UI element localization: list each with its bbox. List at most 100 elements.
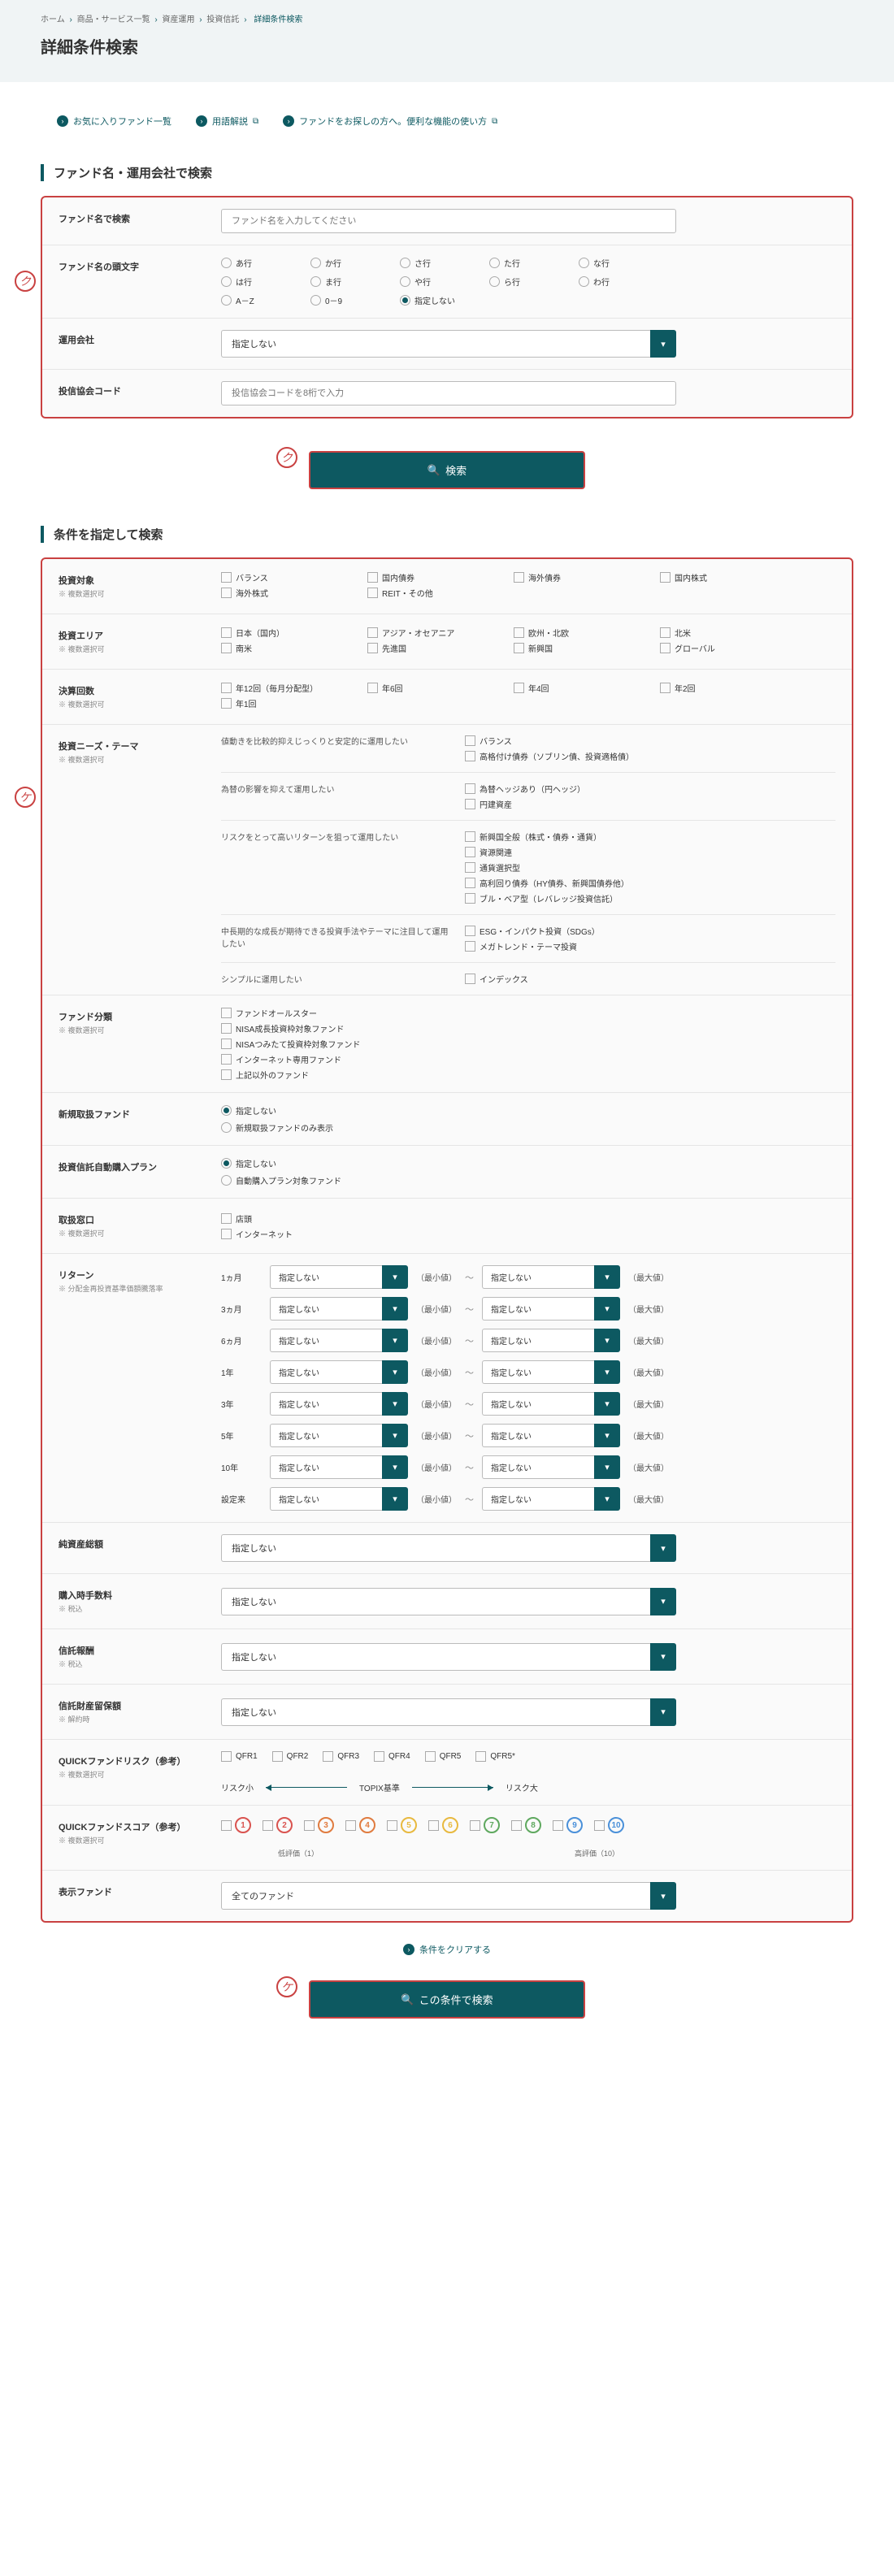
radio-item[interactable]: 指定しない (221, 1104, 333, 1117)
chevron-down-icon[interactable]: ▾ (382, 1487, 408, 1511)
check-item[interactable]: 年2回 (660, 682, 794, 694)
chevron-down-icon[interactable]: ▾ (594, 1297, 620, 1321)
check-item[interactable]: 南米 (221, 642, 355, 654)
return-min-select[interactable]: 指定しない▾ (270, 1329, 408, 1352)
chevron-down-icon[interactable]: ▾ (650, 1882, 676, 1910)
score-item[interactable]: 10 (594, 1817, 624, 1833)
guide-link[interactable]: ›ファンドをお探しの方へ。便利な機能の使い方⧉ (283, 115, 497, 128)
chevron-down-icon[interactable]: ▾ (382, 1265, 408, 1289)
initial-radio[interactable]: か行 (310, 257, 400, 269)
return-max-select[interactable]: 指定しない▾ (482, 1424, 620, 1447)
chevron-down-icon[interactable]: ▾ (650, 1534, 676, 1562)
chevron-down-icon[interactable]: ▾ (594, 1360, 620, 1384)
glossary-link[interactable]: ›用語解説⧉ (196, 115, 258, 128)
check-item[interactable]: 新興国 (514, 642, 648, 654)
check-item[interactable]: グローバル (660, 642, 794, 654)
purchasefee-select[interactable]: 指定しない▾ (221, 1588, 676, 1615)
check-item[interactable]: 年1回 (221, 697, 355, 709)
search-button[interactable]: 🔍検索 (309, 451, 585, 489)
chevron-down-icon[interactable]: ▾ (650, 330, 676, 358)
check-item[interactable]: ブル・ベア型（レバレッジ投資信託） (465, 892, 835, 904)
check-item[interactable]: NISAつみたて投資枠対象ファンド (221, 1038, 372, 1050)
check-item[interactable]: 新興国全般（株式・債券・通貨） (465, 830, 835, 843)
initial-radio[interactable]: 指定しない (400, 294, 489, 306)
check-item[interactable]: 北米 (660, 627, 794, 639)
chevron-down-icon[interactable]: ▾ (382, 1455, 408, 1479)
initial-radio[interactable]: ま行 (310, 275, 400, 288)
return-max-select[interactable]: 指定しない▾ (482, 1329, 620, 1352)
check-item[interactable]: 海外株式 (221, 587, 355, 599)
fund-name-input[interactable] (221, 209, 676, 233)
check-item[interactable]: インデックス (465, 973, 835, 985)
qfr-check[interactable]: QFR3 (323, 1751, 359, 1762)
check-item[interactable]: 年6回 (367, 682, 501, 694)
qfr-check[interactable]: QFR2 (272, 1751, 309, 1762)
check-item[interactable]: メガトレンド・テーマ投資 (465, 940, 835, 952)
favorites-link[interactable]: ›お気に入りファンド一覧 (57, 115, 171, 128)
return-min-select[interactable]: 指定しない▾ (270, 1487, 408, 1511)
chevron-down-icon[interactable]: ▾ (382, 1297, 408, 1321)
return-max-select[interactable]: 指定しない▾ (482, 1265, 620, 1289)
chevron-down-icon[interactable]: ▾ (594, 1329, 620, 1352)
qfr-check[interactable]: QFR4 (374, 1751, 410, 1762)
return-min-select[interactable]: 指定しない▾ (270, 1424, 408, 1447)
check-item[interactable]: 高格付け債券（ソブリン債、投資適格債） (465, 750, 835, 762)
return-max-select[interactable]: 指定しない▾ (482, 1392, 620, 1416)
radio-item[interactable]: 指定しない (221, 1157, 341, 1169)
initial-radio[interactable]: さ行 (400, 257, 489, 269)
score-item[interactable]: 1 (221, 1817, 251, 1833)
check-item[interactable]: 上記以外のファンド (221, 1069, 372, 1081)
initial-radio[interactable]: 0－9 (310, 294, 400, 306)
score-item[interactable]: 8 (511, 1817, 541, 1833)
check-item[interactable]: 欧州・北欧 (514, 627, 648, 639)
check-item[interactable]: バランス (465, 735, 835, 747)
check-item[interactable]: 国内債券 (367, 571, 501, 583)
company-select[interactable]: 指定しない▾ (221, 330, 676, 358)
check-item[interactable]: 年12回（毎月分配型） (221, 682, 355, 694)
initial-radio[interactable]: あ行 (221, 257, 310, 269)
initial-radio[interactable]: A－Z (221, 294, 310, 306)
initial-radio[interactable]: ら行 (489, 275, 579, 288)
return-min-select[interactable]: 指定しない▾ (270, 1392, 408, 1416)
check-item[interactable]: 円建資産 (465, 798, 835, 810)
return-min-select[interactable]: 指定しない▾ (270, 1265, 408, 1289)
chevron-down-icon[interactable]: ▾ (594, 1424, 620, 1447)
score-item[interactable]: 7 (470, 1817, 500, 1833)
code-input[interactable] (221, 381, 676, 405)
return-min-select[interactable]: 指定しない▾ (270, 1360, 408, 1384)
radio-item[interactable]: 自動購入プラン対象ファンド (221, 1174, 341, 1186)
reservefee-select[interactable]: 指定しない▾ (221, 1698, 676, 1726)
check-item[interactable]: REIT・その他 (367, 587, 501, 599)
qfr-check[interactable]: QFR1 (221, 1751, 258, 1762)
chevron-down-icon[interactable]: ▾ (594, 1392, 620, 1416)
return-max-select[interactable]: 指定しない▾ (482, 1297, 620, 1321)
return-max-select[interactable]: 指定しない▾ (482, 1455, 620, 1479)
check-item[interactable]: 為替ヘッジあり（円ヘッジ） (465, 783, 835, 795)
chevron-down-icon[interactable]: ▾ (594, 1487, 620, 1511)
check-item[interactable]: ESG・インパクト投資（SDGs） (465, 925, 835, 937)
check-item[interactable]: 高利回り債券（HY債券、新興国債券他） (465, 877, 835, 889)
check-item[interactable]: 国内株式 (660, 571, 794, 583)
clear-link[interactable]: ›条件をクリアする (403, 1943, 491, 1956)
check-item[interactable]: 海外債券 (514, 571, 648, 583)
return-max-select[interactable]: 指定しない▾ (482, 1487, 620, 1511)
initial-radio[interactable]: た行 (489, 257, 579, 269)
check-item[interactable]: NISA成長投資枠対象ファンド (221, 1022, 372, 1034)
check-item[interactable]: 年4回 (514, 682, 648, 694)
netassets-select[interactable]: 指定しない▾ (221, 1534, 676, 1562)
display-select[interactable]: 全てのファンド▾ (221, 1882, 676, 1910)
chevron-down-icon[interactable]: ▾ (382, 1360, 408, 1384)
score-item[interactable]: 9 (553, 1817, 583, 1833)
check-item[interactable]: 資源関連 (465, 846, 835, 858)
score-item[interactable]: 3 (304, 1817, 334, 1833)
check-item[interactable]: 店頭 (221, 1212, 305, 1225)
score-item[interactable]: 2 (263, 1817, 293, 1833)
check-item[interactable]: インターネット専用ファンド (221, 1053, 372, 1065)
chevron-down-icon[interactable]: ▾ (594, 1455, 620, 1479)
score-item[interactable]: 6 (428, 1817, 458, 1833)
chevron-down-icon[interactable]: ▾ (650, 1643, 676, 1671)
check-item[interactable]: 通貨選択型 (465, 861, 835, 874)
chevron-down-icon[interactable]: ▾ (382, 1329, 408, 1352)
check-item[interactable]: バランス (221, 571, 355, 583)
check-item[interactable]: 日本（国内） (221, 627, 355, 639)
